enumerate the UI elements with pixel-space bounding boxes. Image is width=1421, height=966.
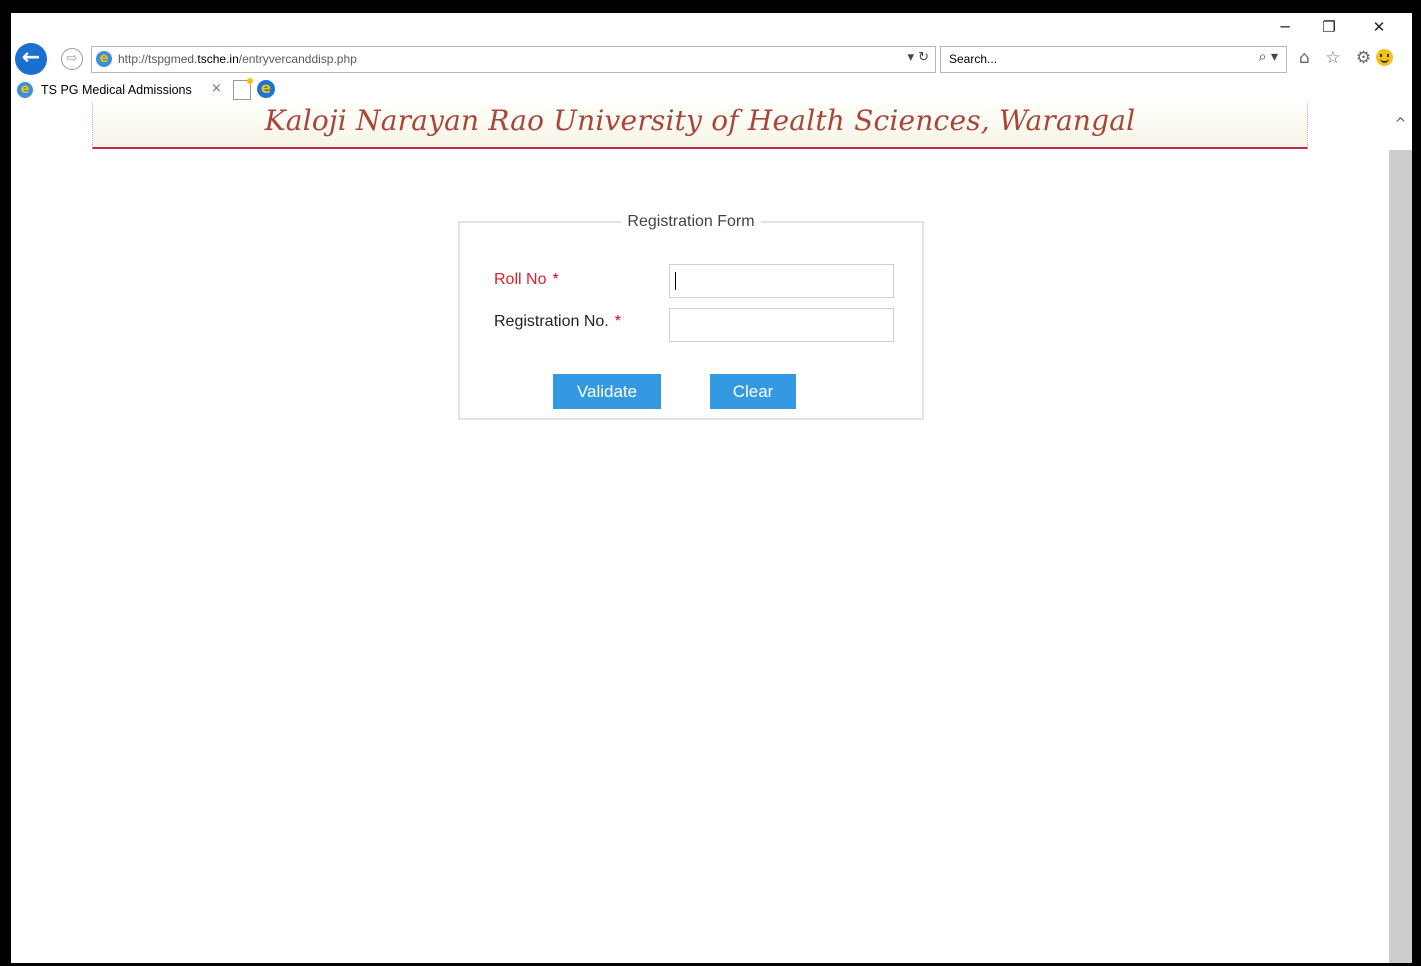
close-window-button[interactable]: ✕	[1359, 17, 1399, 37]
restore-button[interactable]: ❐	[1309, 17, 1349, 37]
registration-no-label-text: Registration No.	[494, 313, 609, 330]
vertical-scrollbar[interactable]: ^	[1389, 102, 1412, 963]
navigation-bar: ← ⇨ e http://tspgmed.tsche.in/entryverca…	[11, 43, 1412, 77]
minimize-button[interactable]: ─	[1265, 17, 1305, 37]
roll-no-label-text: Roll No	[494, 271, 547, 288]
tab-strip: e TS PG Medical Admissions × e	[11, 78, 1412, 103]
university-banner: Kaloji Narayan Rao University of Health …	[92, 102, 1308, 149]
back-arrow-icon: ←	[21, 45, 41, 70]
browser-window: ─ ❐ ✕ ← ⇨ e http://tspgmed.tsche.in/entr…	[11, 13, 1412, 963]
url-domain: tsche.in	[197, 52, 239, 66]
forward-arrow-icon: ⇨	[66, 51, 78, 66]
registration-no-input[interactable]	[669, 308, 894, 342]
banner-title: Kaloji Narayan Rao University of Health …	[264, 104, 1136, 137]
page-favicon-icon: e	[96, 51, 112, 67]
form-legend: Registration Form	[627, 213, 755, 230]
home-star-gear-icons[interactable]: ⌂ ☆ ⚙	[1299, 48, 1376, 68]
search-input[interactable]: Search...	[949, 52, 997, 66]
url-prefix: http://tspgmed.	[118, 52, 198, 66]
forward-button[interactable]: ⇨	[61, 48, 83, 70]
address-dropdown-refresh-icons[interactable]: ▾ ↻	[907, 50, 929, 65]
roll-no-label: Roll No *	[494, 271, 559, 289]
address-url[interactable]: http://tspgmed.tsche.in/entryvercanddisp…	[118, 52, 357, 66]
tab-ts-pg-medical[interactable]: e TS PG Medical Admissions ×	[11, 78, 226, 102]
search-box[interactable]: Search... ⌕ ▾	[940, 46, 1287, 73]
scrollbar-thumb[interactable]	[1389, 150, 1412, 963]
toolbar-icons: ⌂ ☆ ⚙	[1299, 48, 1394, 68]
url-path: /entryvercanddisp.php	[238, 52, 357, 66]
clear-button[interactable]: Clear	[710, 374, 796, 409]
roll-no-input[interactable]	[669, 264, 894, 298]
tab-favicon-icon: e	[17, 82, 33, 98]
back-button[interactable]: ←	[15, 43, 47, 75]
tab-close-icon[interactable]: ×	[211, 81, 222, 96]
window-caption-bar: ─ ❐ ✕	[11, 13, 1412, 41]
validate-button[interactable]: Validate	[553, 374, 661, 409]
new-tab-icon[interactable]	[233, 78, 253, 100]
text-cursor	[675, 272, 676, 290]
search-icon[interactable]: ⌕ ▾	[1259, 49, 1278, 65]
feedback-smiley-icon[interactable]	[1376, 49, 1394, 66]
page-content: Kaloji Narayan Rao University of Health …	[11, 102, 1389, 963]
registration-no-label: Registration No. *	[494, 313, 621, 331]
scroll-up-chevron-icon[interactable]: ^	[1389, 102, 1412, 150]
required-mark: *	[614, 313, 621, 330]
required-mark: *	[552, 271, 559, 288]
ie-logo-icon[interactable]: e	[257, 80, 275, 98]
address-bar[interactable]: e http://tspgmed.tsche.in/entryvercanddi…	[91, 46, 936, 73]
tab-title: TS PG Medical Admissions	[41, 83, 192, 97]
